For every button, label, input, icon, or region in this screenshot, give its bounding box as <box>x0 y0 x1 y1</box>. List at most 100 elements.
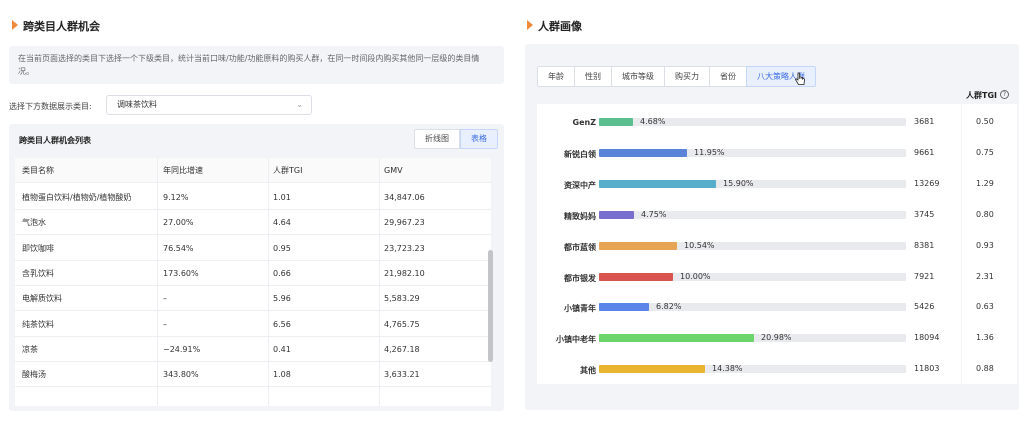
column-divider <box>268 158 269 406</box>
cell-growth: – <box>163 294 167 304</box>
group-bar <box>599 179 716 188</box>
cell-gmv: 4,765.75 <box>384 319 420 329</box>
group-tgi: 2.31 <box>976 271 994 281</box>
group-label: 其他 <box>580 366 596 376</box>
tab-gender[interactable]: 性别 <box>574 66 612 87</box>
line-chart-toggle[interactable]: 折线图 <box>414 129 460 149</box>
cell-growth: −24.91% <box>163 344 201 354</box>
table-row: 酸梅汤 343.80% 1.08 3,633.21 <box>15 362 491 388</box>
category-select-value: 调味茶饮料 <box>117 100 157 109</box>
group-tgi: 0.75 <box>976 147 994 157</box>
cell-gmv: 21,982.10 <box>384 268 425 278</box>
portrait-title: 人群画像 <box>538 20 582 33</box>
table-row: 即饮咖啡 76.54% 0.95 23,723.23 <box>15 236 491 261</box>
tab-province[interactable]: 省份 <box>709 66 747 87</box>
cell-gmv: 23,723.23 <box>384 243 425 253</box>
cell-category: 酸梅汤 <box>22 370 46 380</box>
group-bar <box>599 118 633 126</box>
group-bar <box>599 148 687 157</box>
group-percent: 11.95% <box>694 147 725 157</box>
group-label: 新锐白领 <box>564 149 596 159</box>
portrait-tabs: 年龄 性别 城市等级 购买力 省份 八大策略人群 <box>537 66 816 87</box>
group-label: 都市银发 <box>564 273 596 283</box>
description-text: 在当前页面选择的类目下选择一个下级类目，统计当前口味/功能/功能原料的购买人群，… <box>9 46 504 84</box>
group-percent: 6.82% <box>656 302 682 312</box>
group-percent: 4.75% <box>641 209 667 219</box>
table-toggle[interactable]: 表格 <box>460 129 498 149</box>
column-header-tgi: 人群TGI <box>273 166 303 175</box>
group-count: 7921 <box>914 271 935 281</box>
view-toggle: 折线图 表格 <box>414 129 498 149</box>
category-table: 类目名称 年同比增速 人群TGI GMV 植物蛋白饮料/植物奶/植物酸奶 9.12… <box>15 158 491 406</box>
group-percent: 20.98% <box>761 333 792 343</box>
cell-tgi: 0.41 <box>273 344 291 354</box>
group-count: 3745 <box>914 209 935 219</box>
group-label: 都市蓝领 <box>564 242 596 252</box>
cell-gmv: 34,847.06 <box>384 193 425 202</box>
group-bar <box>599 365 705 374</box>
cell-tgi: 6.56 <box>273 319 291 329</box>
cell-category: 即饮咖啡 <box>22 243 54 253</box>
group-bar <box>599 303 649 312</box>
tab-city-level[interactable]: 城市等级 <box>611 66 665 87</box>
table-row: 凉茶 −24.91% 0.41 4,267.18 <box>15 337 491 362</box>
group-label: 小镇青年 <box>564 304 596 314</box>
cell-growth: 9.12% <box>163 193 189 202</box>
group-count: 11803 <box>914 364 940 374</box>
column-divider <box>379 158 380 406</box>
cell-tgi: 5.96 <box>273 294 291 304</box>
table-row: 电解质饮料 – 5.96 5,583.29 <box>15 286 491 312</box>
group-label: 资深中产 <box>564 180 596 190</box>
cell-category: 电解质饮料 <box>22 294 62 304</box>
tab-age[interactable]: 年龄 <box>537 66 575 87</box>
cell-tgi: 1.01 <box>273 193 291 202</box>
group-bar <box>599 272 673 281</box>
tgi-header: 人群TGI <box>966 91 997 100</box>
list-title: 跨类目人群机会列表 <box>19 136 91 145</box>
column-header-growth: 年同比增速 <box>163 166 203 175</box>
help-icon[interactable]: ? <box>1000 90 1009 99</box>
section-arrow-icon <box>527 20 535 30</box>
cell-tgi: 0.66 <box>273 268 291 278</box>
group-bar <box>599 210 634 219</box>
cell-gmv: 29,967.23 <box>384 218 425 228</box>
cell-category: 植物蛋白饮料/植物奶/植物酸奶 <box>22 193 132 202</box>
cell-tgi: 0.95 <box>273 243 291 253</box>
cell-category: 凉茶 <box>22 344 38 354</box>
group-count: 8381 <box>914 240 935 250</box>
table-row: 纯茶饮料 – 6.56 4,765.75 <box>15 312 491 337</box>
cell-growth: – <box>163 319 167 329</box>
group-tgi: 0.88 <box>976 364 994 374</box>
group-tgi: 0.80 <box>976 209 994 219</box>
table-header: 类目名称 年同比增速 人群TGI GMV <box>15 158 491 183</box>
category-select[interactable]: 调味茶饮料 ⌄ <box>106 95 312 115</box>
cross-category-title: 跨类目人群机会 <box>23 20 100 33</box>
section-arrow-icon <box>12 20 20 30</box>
group-count: 3681 <box>914 117 935 126</box>
cell-growth: 76.54% <box>163 243 194 253</box>
group-tgi: 0.50 <box>976 117 994 126</box>
group-count: 5426 <box>914 302 935 312</box>
group-tgi: 1.36 <box>976 333 994 343</box>
select-label: 选择下方数据展示类目: <box>9 102 92 111</box>
cell-gmv: 3,633.21 <box>384 370 420 380</box>
cell-growth: 173.60% <box>163 268 199 278</box>
group-tgi: 0.93 <box>976 240 994 250</box>
table-row: 植物蛋白饮料/植物奶/植物酸奶 9.12% 1.01 34,847.06 <box>15 185 491 210</box>
group-label: GenZ <box>572 118 597 127</box>
table-scrollbar[interactable] <box>488 250 493 362</box>
group-label: 精致妈妈 <box>564 211 596 221</box>
group-percent: 15.90% <box>723 178 754 188</box>
cell-category: 纯茶饮料 <box>22 319 54 329</box>
cell-growth: 343.80% <box>163 370 199 380</box>
column-header-gmv: GMV <box>384 166 403 175</box>
group-percent: 14.38% <box>712 364 743 374</box>
tab-purchasing-power[interactable]: 购买力 <box>664 66 710 87</box>
cell-category: 含乳饮料 <box>22 268 54 278</box>
table-row: 气泡水 27.00% 4.64 29,967.23 <box>15 210 491 236</box>
group-tgi: 1.29 <box>976 178 994 188</box>
group-percent: 4.68% <box>640 117 666 126</box>
cell-category: 气泡水 <box>22 218 46 228</box>
cell-growth: 27.00% <box>163 218 194 228</box>
table-row: 含乳饮料 173.60% 0.66 21,982.10 <box>15 261 491 286</box>
